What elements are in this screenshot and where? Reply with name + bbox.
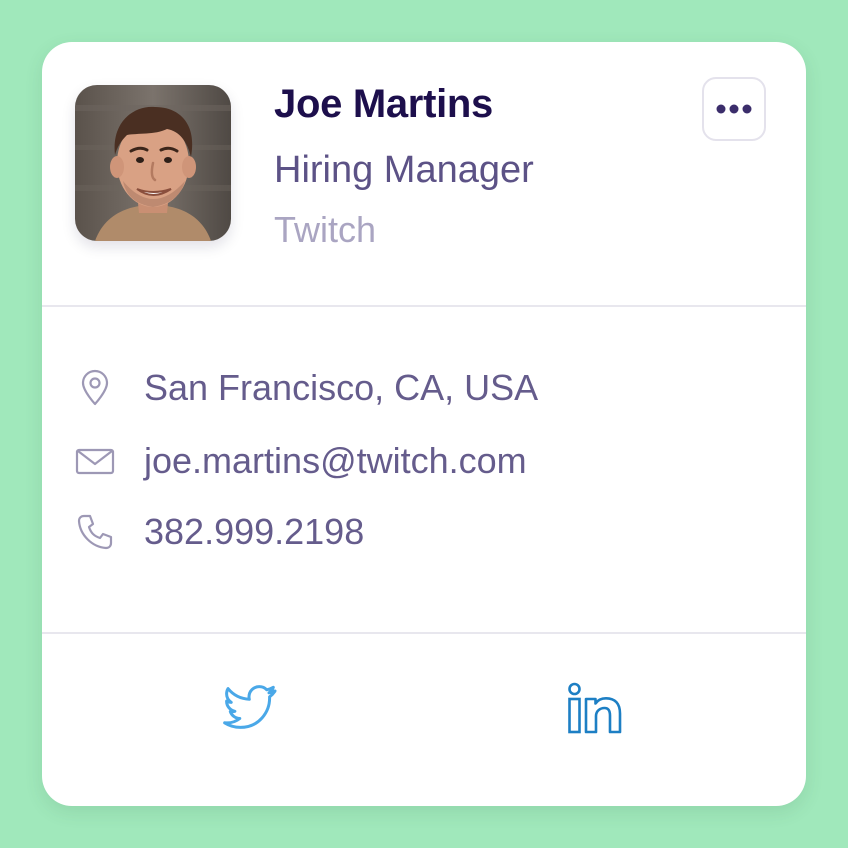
phone-text[interactable]: 382.999.2198 — [144, 502, 364, 562]
profile-header: Joe Martins Hiring Manager Twitch — [42, 42, 806, 305]
profile-name: Joe Martins — [274, 82, 493, 126]
profile-company: Twitch — [274, 209, 377, 250]
twitter-button[interactable] — [214, 674, 284, 744]
location-text: San Francisco, CA, USA — [144, 367, 539, 408]
linkedin-button[interactable] — [560, 674, 630, 744]
location-pin-icon — [81, 369, 109, 406]
divider — [42, 305, 806, 307]
linkedin-icon — [568, 682, 622, 734]
contact-card: Joe Martins Hiring Manager Twitch San Fr… — [42, 42, 806, 806]
avatar-photo — [75, 85, 231, 241]
phone-row: 382.999.2198 — [42, 502, 806, 562]
location-row: San Francisco, CA, USA — [42, 358, 806, 418]
twitter-icon — [223, 685, 277, 729]
email-row: joe.martins@twitch.com — [42, 431, 806, 491]
social-links — [42, 634, 806, 806]
email-link[interactable]: joe.martins@twitch.com — [144, 431, 527, 491]
profile-title: Hiring Manager — [274, 149, 534, 191]
more-options-button[interactable] — [702, 77, 766, 141]
more-horizontal-icon — [716, 104, 752, 114]
avatar — [75, 85, 231, 241]
phone-icon — [77, 514, 113, 550]
mail-icon — [75, 448, 115, 475]
